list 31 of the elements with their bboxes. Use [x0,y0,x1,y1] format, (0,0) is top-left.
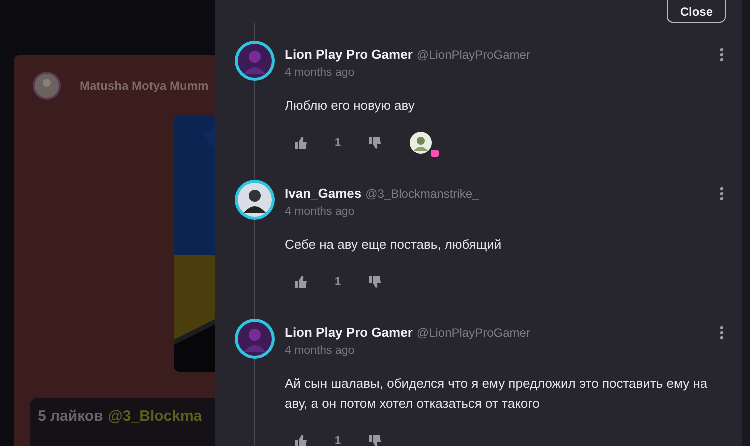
comment-text: Ай сын шалавы, обиделся что я ему предложил это поставить ему на аву, а он потом хотел отказаться от такого [285,375,709,413]
comment-text: Себе на аву еще поставь, любящий [285,236,503,254]
avatar-icon [32,71,62,101]
comment-text: Люблю его новую аву [285,97,416,115]
avatar-icon[interactable] [233,178,277,222]
thumbs-down-icon[interactable] [368,434,382,446]
comment-handle: @3_Blockmanstrike_ [366,187,480,201]
comment-handle: @LionPlayProGamer [416,326,532,340]
more-icon[interactable] [720,326,724,340]
likes-count: 5 лайков [38,408,104,428]
like-count: 1 [334,137,342,149]
comment-time: 4 months ago [285,345,356,357]
thumbs-up-icon[interactable] [294,136,308,150]
thumbs-up-icon[interactable] [294,275,308,289]
heart-badge [431,150,439,157]
thumbs-up-icon[interactable] [294,434,308,446]
like-count: 1 [334,435,342,446]
comment-author[interactable]: Ivan_Games [285,186,362,201]
more-icon[interactable] [720,48,724,62]
comment-handle: @LionPlayProGamer [416,48,532,62]
avatar-icon[interactable] [233,317,277,361]
comment-time: 4 months ago [285,67,356,79]
comment-author[interactable]: Lion Play Pro Gamer [285,47,413,62]
thumbs-down-icon[interactable] [368,136,382,150]
comment-author[interactable]: Lion Play Pro Gamer [285,325,413,340]
more-icon[interactable] [720,186,724,200]
avatar-icon[interactable] [233,39,277,83]
like-count: 1 [334,276,342,288]
comment-time: 4 months ago [285,206,356,218]
post-author: Matusha Motya Mumm [80,79,209,93]
thumbs-down-icon[interactable] [368,275,382,289]
